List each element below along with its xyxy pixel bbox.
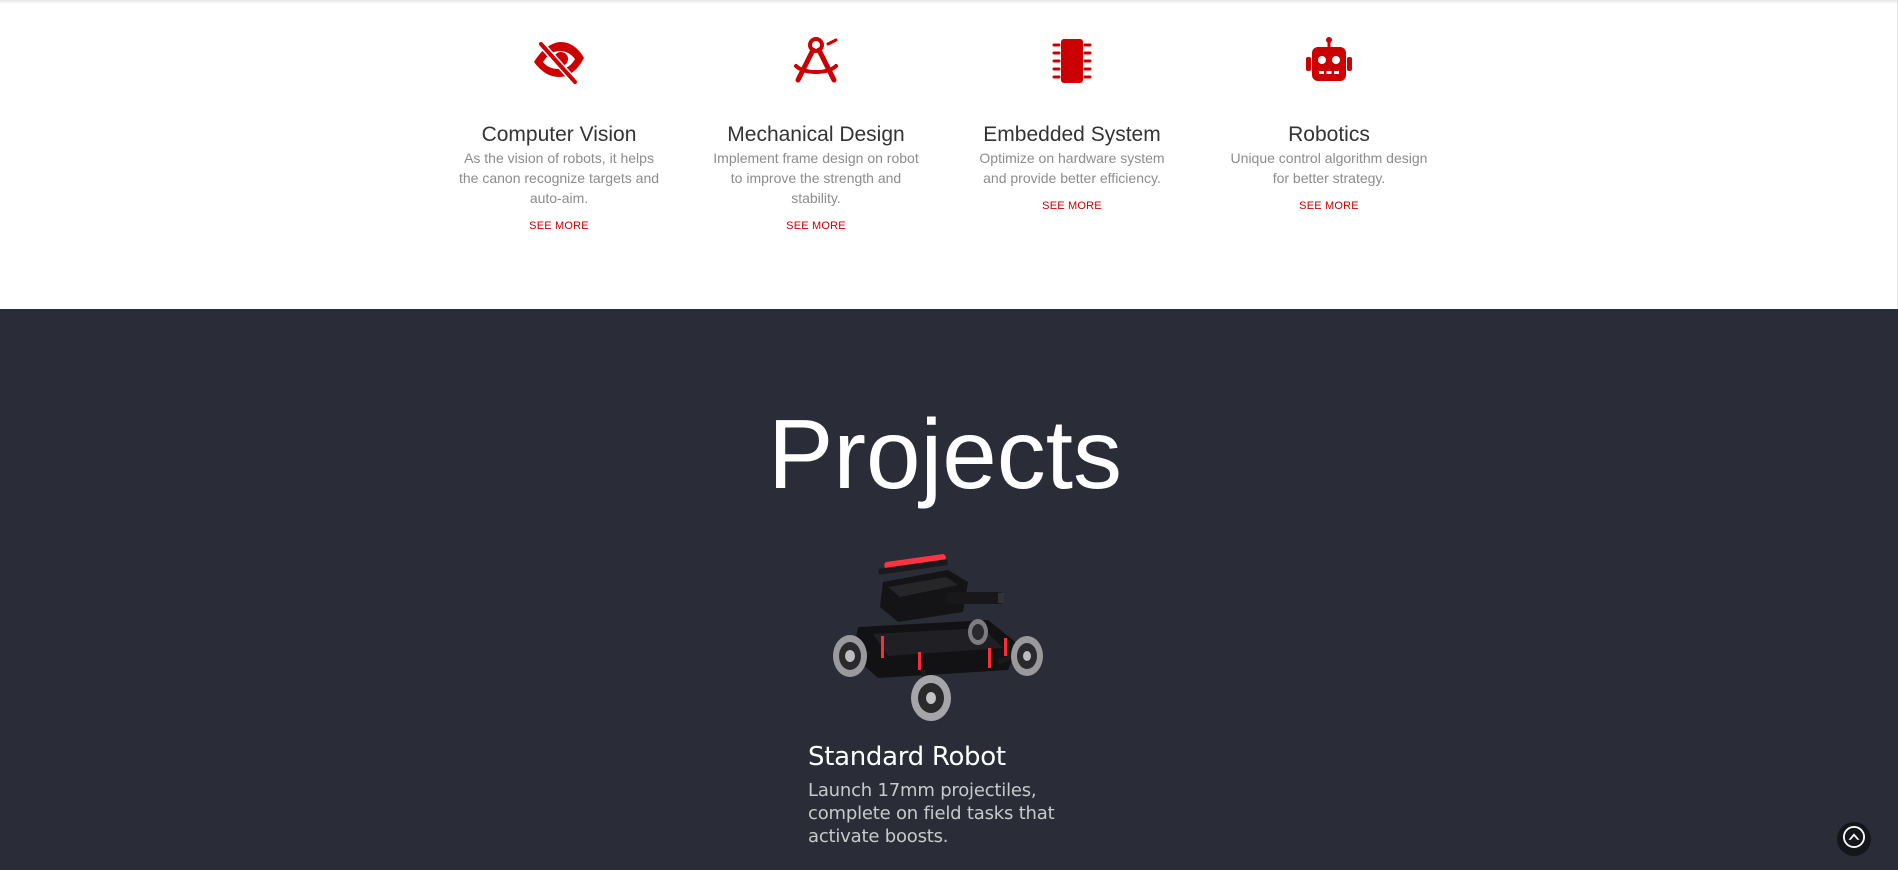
service-description: Unique control algorithm design for bett… [1230,150,1428,186]
service-computer-vision: Computer Vision As the vision of robots,… [451,36,667,234]
eye-slash-icon [531,36,587,88]
service-description: Optimize on hardware system and provide … [979,150,1165,186]
back-to-top-button[interactable] [1837,822,1871,856]
robot-icon [1301,36,1357,88]
see-more-link[interactable]: SEE MORE [1042,200,1102,212]
projects-section: Projects Standard Robot Launch 17mm proj… [0,309,1898,870]
service-title: Computer Vision [481,123,637,146]
projects-heading: Projects [767,399,1122,509]
service-embedded-system: Embedded System Optimize on hardware sys… [964,36,1180,214]
see-more-link[interactable]: SEE MORE [1299,200,1359,212]
services-section: Computer Vision As the vision of robots,… [0,0,1897,309]
service-description: As the vision of robots, it helps the ca… [458,150,660,206]
project-title[interactable]: Standard Robot [808,741,1006,773]
compass-drafting-icon [788,36,844,88]
service-mechanical-design: Mechanical Design Implement frame design… [708,36,924,234]
see-more-link[interactable]: SEE MORE [529,220,589,232]
microchip-icon [1044,36,1100,88]
service-title: Robotics [1288,123,1370,146]
service-robotics: Robotics Unique control algorithm design… [1221,36,1437,214]
project-description: Launch 17mm projectiles, complete on fie… [808,780,1055,847]
standard-robot-image[interactable] [828,552,1053,724]
service-description: Implement frame design on robot to impro… [713,150,919,206]
page: Computer Vision As the vision of robots,… [0,0,1898,870]
see-more-link[interactable]: SEE MORE [786,220,846,232]
service-title: Mechanical Design [727,123,905,146]
chevron-up-circle-icon [1843,825,1865,853]
service-title: Embedded System [983,123,1161,146]
header-shadow [0,0,1897,4]
